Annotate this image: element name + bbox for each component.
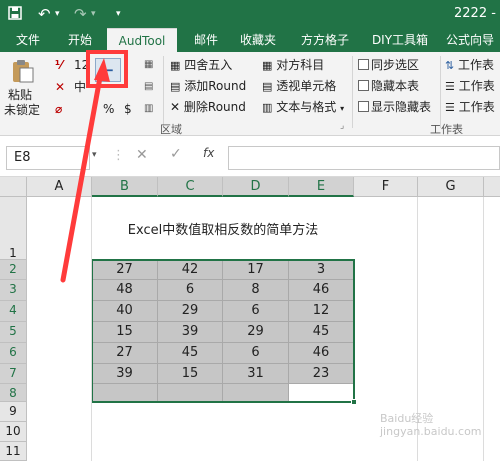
- red-arrow: [60, 58, 110, 283]
